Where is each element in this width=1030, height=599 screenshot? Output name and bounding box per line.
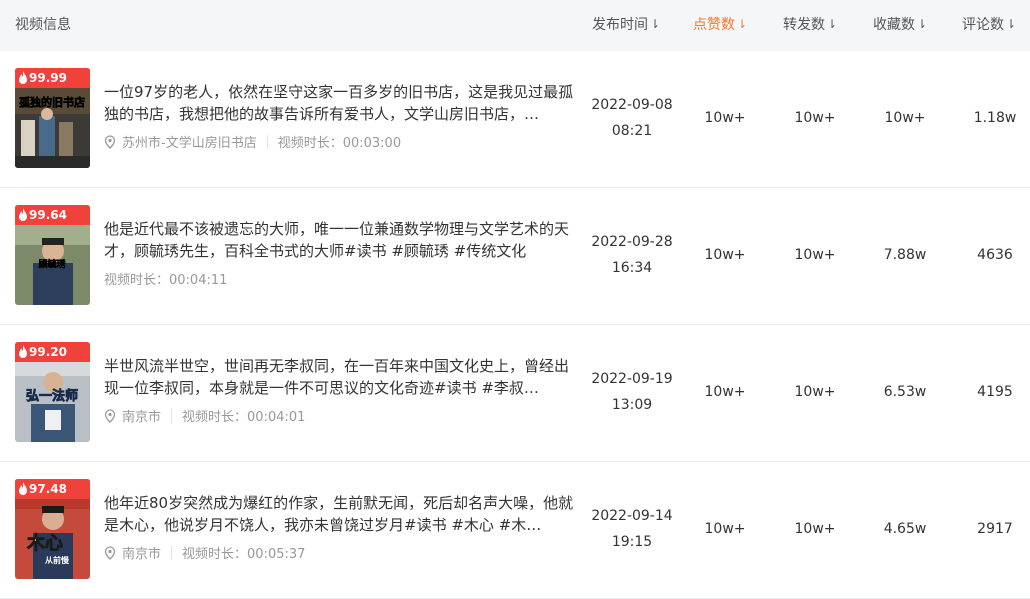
header-publish-time[interactable]: 发布时间 ⇂ [592,0,660,51]
header-likes-label: 点赞数 [693,17,735,33]
score-value: 99.99 [29,71,67,85]
publish-date: 2022-09-28 [591,234,673,250]
publish-time: 2022-09-19 13:09 [587,366,677,418]
score-value: 99.64 [29,208,67,222]
score-badge: 99.20 [15,342,90,362]
header-video-info: 视频信息 [15,17,71,33]
sort-arrow-icon: ⇂ [737,17,748,31]
video-meta: 视频时长：00:04:11 [104,272,227,290]
thumbnail-caption: 弘一法师 [26,388,78,404]
header-shares-label: 转发数 [783,17,825,33]
publish-date: 2022-09-19 [591,371,673,387]
video-meta: 南京市 视频时长：00:04:01 [104,409,305,427]
comments-count: 1.18w [973,110,1017,126]
location-pin-icon [104,135,116,149]
thumbnail-subcaption: 从前慢 [45,555,70,565]
score-value: 99.20 [29,345,67,359]
location-pin-icon [104,409,116,423]
sort-arrow-icon: ⇂ [1006,17,1017,31]
comments-count: 4636 [977,247,1013,263]
flame-icon [19,345,27,358]
publish-clock: 16:34 [611,260,653,276]
publish-time: 2022-09-08 08:21 [587,92,677,144]
header-comments[interactable]: 评论数 ⇂ [962,0,1016,51]
header-comments-label: 评论数 [962,17,1004,33]
publish-date: 2022-09-14 [591,508,673,524]
header-likes[interactable]: 点赞数 ⇂ [693,0,747,51]
header-favorites-label: 收藏数 [873,17,915,33]
video-duration: 视频时长：00:04:11 [104,273,228,288]
publish-date: 2022-09-08 [591,97,673,113]
video-meta: 南京市 视频时长：00:05:37 [104,546,305,564]
meta-divider [171,546,173,560]
score-value: 97.48 [29,482,67,496]
header-shares[interactable]: 转发数 ⇂ [783,0,837,51]
sort-arrow-icon: ⇂ [827,17,838,31]
video-meta: 苏州市-文学山房旧书店 视频时长：00:03:00 [104,135,401,153]
favorites-count: 6.53w [883,384,927,400]
video-thumbnail[interactable]: 弘一法师 99.20 [15,342,90,442]
video-thumbnail[interactable]: 孤独的旧书店 99.99 [15,68,90,168]
video-duration: 视频时长：00:04:01 [182,410,306,425]
publish-clock: 13:09 [611,397,653,413]
video-duration: 视频时长：00:05:37 [182,547,306,562]
shares-count: 10w+ [794,384,836,400]
thumbnail-caption: 孤独的旧书店 [19,95,85,109]
publish-clock: 08:21 [611,123,653,139]
score-badge: 97.48 [15,479,90,499]
publish-time: 2022-09-28 16:34 [587,229,677,281]
likes-count: 10w+ [704,110,746,126]
table-row[interactable]: 顾毓琇 99.64 他是近代最不该被遗忘的大师，唯一一位兼通数学物理与文学艺术的… [0,188,1030,325]
table-row[interactable]: 弘一法师 99.20 半世风流半世空，世间再无李叔同，在一百年来中国文化史上，曾… [0,325,1030,462]
favorites-count: 4.65w [883,521,927,537]
comments-count: 2917 [977,521,1013,537]
header-favorites[interactable]: 收藏数 ⇂ [873,0,927,51]
video-location: 南京市 [122,547,162,562]
favorites-count: 10w+ [884,110,926,126]
video-title[interactable]: 他年近80岁突然成为爆红的作家，生前默无闻，死后却名声大噪，他就是木心，他说岁月… [104,492,582,536]
video-title[interactable]: 一位97岁的老人，依然在坚守这家一百多岁的旧书店，这是我见过最孤独的书店，我想把… [104,81,582,125]
video-thumbnail[interactable]: 顾毓琇 99.64 [15,205,90,305]
shares-count: 10w+ [794,110,836,126]
flame-icon [19,71,27,84]
video-thumbnail[interactable]: 木心 从前慢 97.48 [15,479,90,579]
likes-count: 10w+ [704,384,746,400]
publish-time: 2022-09-14 19:15 [587,503,677,555]
sort-arrow-icon: ⇂ [917,17,928,31]
flame-icon [19,208,27,221]
sort-arrow-icon: ⇂ [650,17,661,31]
header-publish-time-label: 发布时间 [592,17,648,33]
flame-icon [19,482,27,495]
video-location: 南京市 [122,410,162,425]
table-row[interactable]: 木心 从前慢 97.48 他年近80岁突然成为爆红的作家，生前默无闻，死后却名声… [0,462,1030,599]
thumbnail-caption: 木心 [26,532,63,554]
publish-clock: 19:15 [611,534,653,550]
favorites-count: 7.88w [883,247,927,263]
video-title[interactable]: 半世风流半世空，世间再无李叔同，在一百年来中国文化史上，曾经出现一位李叔同，本身… [104,355,582,399]
shares-count: 10w+ [794,247,836,263]
thumbnail-caption: 顾毓琇 [38,258,65,270]
shares-count: 10w+ [794,521,836,537]
video-location: 苏州市-文学山房旧书店 [122,136,257,151]
video-duration: 视频时长：00:03:00 [277,136,402,151]
location-pin-icon [104,546,116,560]
table-row[interactable]: 孤独的旧书店 99.99 一位97岁的老人，依然在坚守这家一百多岁的旧书店，这是… [0,51,1030,188]
likes-count: 10w+ [704,247,746,263]
likes-count: 10w+ [704,521,746,537]
meta-divider [266,135,268,149]
score-badge: 99.99 [15,68,90,88]
video-title[interactable]: 他是近代最不该被遗忘的大师，唯一一位兼通数学物理与文学艺术的天才，顾毓琇先生，百… [104,218,582,262]
meta-divider [171,409,173,423]
score-badge: 99.64 [15,205,90,225]
table-header: 视频信息 发布时间 ⇂ 点赞数 ⇂ 转发数 ⇂ 收藏数 ⇂ 评论数 ⇂ [0,0,1030,51]
comments-count: 4195 [977,384,1013,400]
